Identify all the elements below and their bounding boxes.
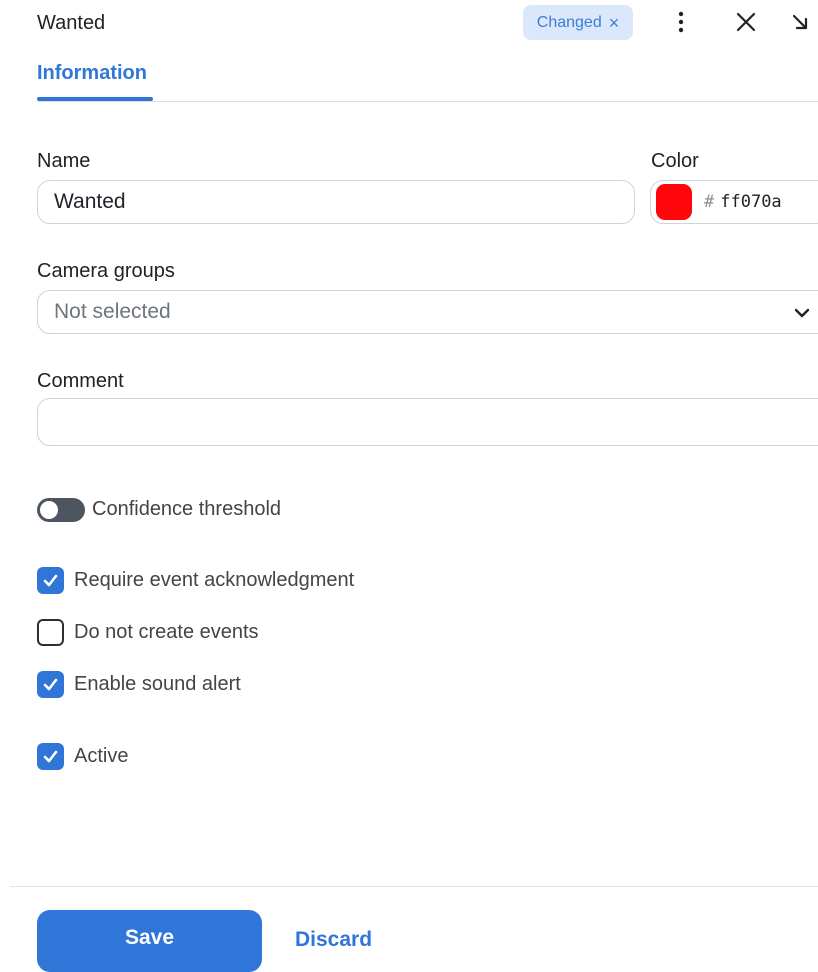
color-hex-value: ff070a: [720, 192, 782, 212]
panel-title: Wanted: [37, 12, 106, 34]
require-ack-label: Require event acknowledgment: [74, 569, 355, 591]
footer-divider: [10, 886, 818, 887]
hash-mark: #: [704, 192, 715, 212]
active-checkbox[interactable]: [37, 743, 64, 770]
color-hex: # ff070a: [704, 192, 782, 212]
tab-information[interactable]: Information: [37, 62, 147, 85]
camera-groups-label: Camera groups: [37, 260, 175, 282]
confidence-threshold-label: Confidence threshold: [92, 498, 282, 520]
do-not-create-events-checkbox[interactable]: [37, 619, 64, 646]
close-icon[interactable]: [730, 6, 762, 38]
comment-label: Comment: [37, 370, 124, 392]
collapse-arrow-icon[interactable]: [786, 6, 814, 38]
changed-badge[interactable]: Changed ×: [523, 5, 633, 40]
camera-groups-value: Not selected: [54, 300, 171, 323]
require-ack-checkbox[interactable]: [37, 567, 64, 594]
camera-groups-select[interactable]: Not selected: [37, 290, 818, 334]
changed-badge-label: Changed: [536, 13, 602, 31]
name-value: Wanted: [54, 190, 126, 213]
do-not-create-events-label: Do not create events: [74, 621, 259, 643]
active-label: Active: [74, 745, 129, 767]
chevron-down-icon: [790, 301, 814, 325]
tab-divider: [37, 101, 818, 102]
save-button[interactable]: Save: [37, 910, 262, 972]
checkmark-icon: [43, 750, 58, 763]
sound-alert-checkbox[interactable]: [37, 671, 64, 698]
toggle-knob: [40, 501, 58, 519]
comment-input[interactable]: [37, 398, 818, 446]
confidence-threshold-toggle[interactable]: [37, 498, 85, 522]
color-swatch[interactable]: [656, 184, 692, 220]
sound-alert-label: Enable sound alert: [74, 673, 241, 695]
kebab-menu-icon[interactable]: [668, 6, 694, 38]
checkmark-icon: [43, 678, 58, 691]
color-field[interactable]: # ff070a: [650, 180, 818, 224]
name-field[interactable]: Wanted: [37, 180, 635, 224]
checkmark-icon: [43, 574, 58, 587]
discard-button[interactable]: Discard: [295, 928, 372, 952]
name-label: Name: [37, 150, 91, 172]
color-label: Color: [651, 150, 699, 172]
badge-close-icon[interactable]: ×: [609, 14, 620, 32]
